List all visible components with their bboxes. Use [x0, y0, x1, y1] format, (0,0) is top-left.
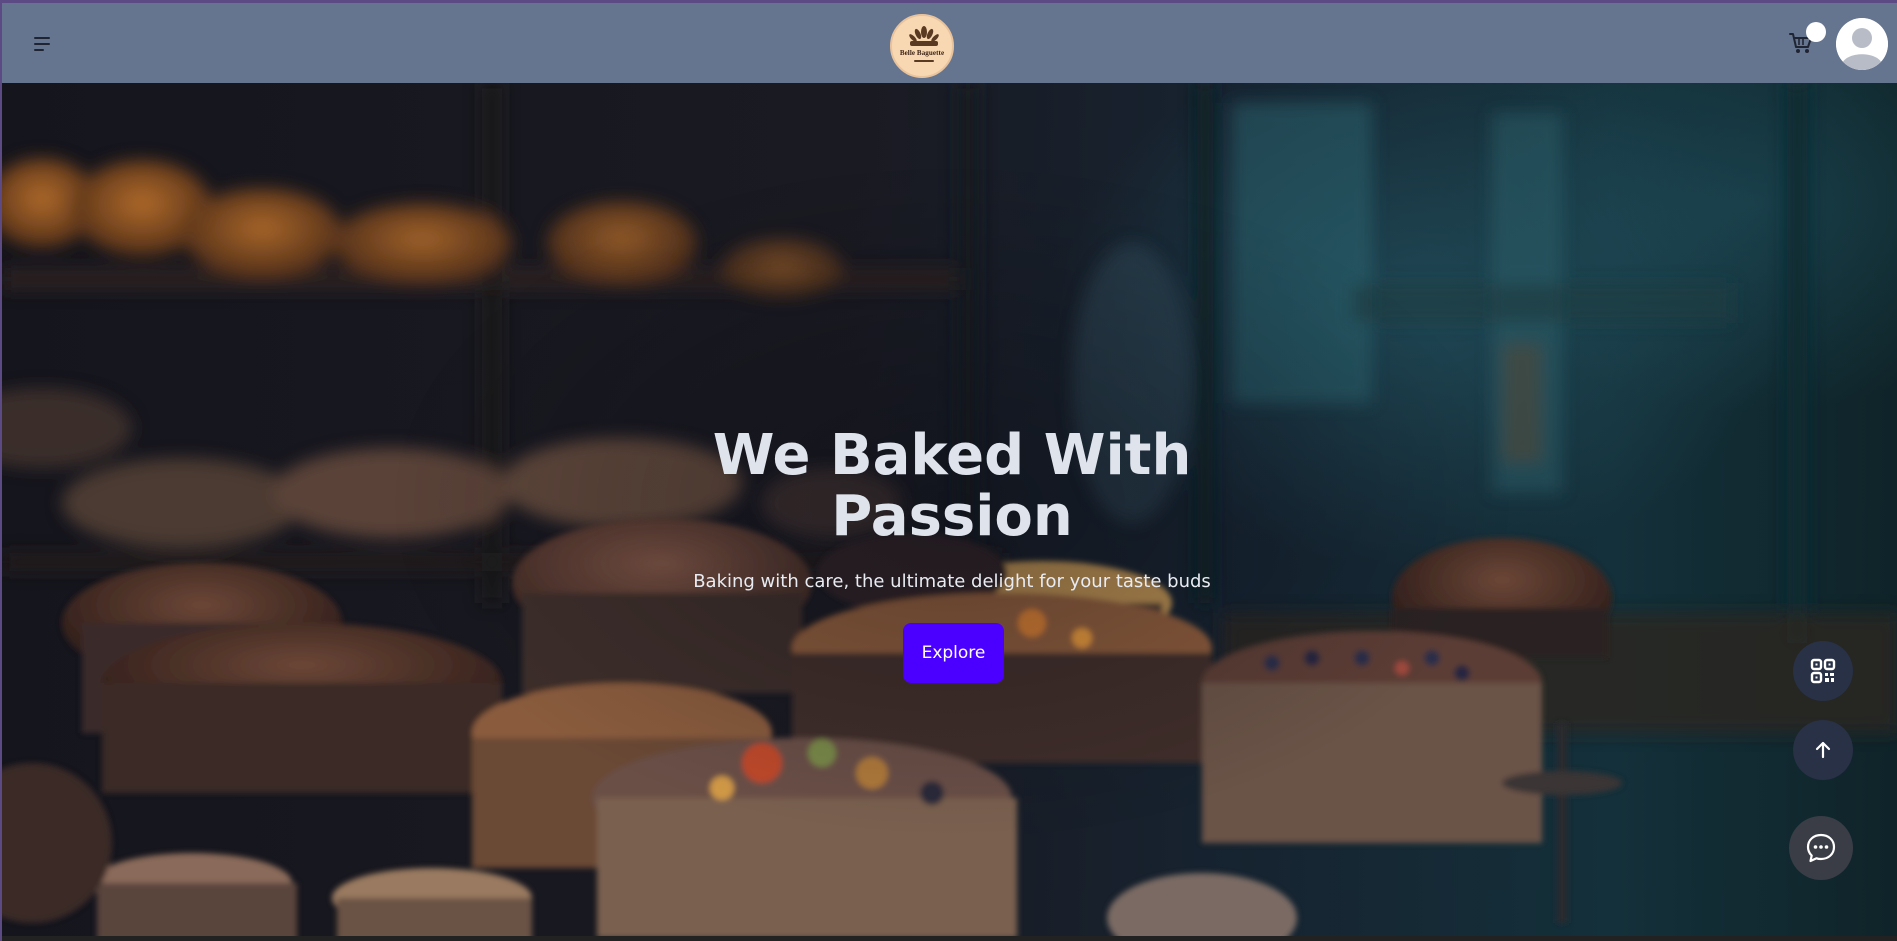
hero-title-line-1: We Baked With: [712, 423, 1192, 488]
qr-code-button[interactable]: [1793, 641, 1853, 701]
arrow-up-icon: [1815, 741, 1831, 759]
chat-button[interactable]: [1789, 816, 1853, 880]
hamburger-menu-icon[interactable]: [32, 33, 54, 55]
scroll-to-top-button[interactable]: [1793, 720, 1853, 780]
user-avatar-icon[interactable]: [1836, 18, 1888, 70]
cart-count-badge: [1806, 22, 1826, 42]
hero-title-line-2: Passion: [831, 484, 1073, 549]
wheat-icon: [909, 26, 939, 62]
bottom-edge-strip: [2, 936, 1897, 941]
chat-bubble-icon: [1806, 833, 1836, 863]
hero-title: We Baked With Passion: [652, 425, 1252, 547]
logo-wordmark: Belle Baguette: [899, 49, 945, 57]
hero-subtitle: Baking with care, the ultimate delight f…: [693, 571, 1211, 592]
brand-logo[interactable]: Belle Baguette: [890, 14, 954, 78]
top-navbar: Belle Baguette: [2, 3, 1897, 83]
page: Belle Baguette We Baked With Passion Bak…: [0, 0, 1897, 941]
qr-code-icon: [1810, 658, 1836, 684]
explore-button[interactable]: Explore: [903, 623, 1004, 683]
